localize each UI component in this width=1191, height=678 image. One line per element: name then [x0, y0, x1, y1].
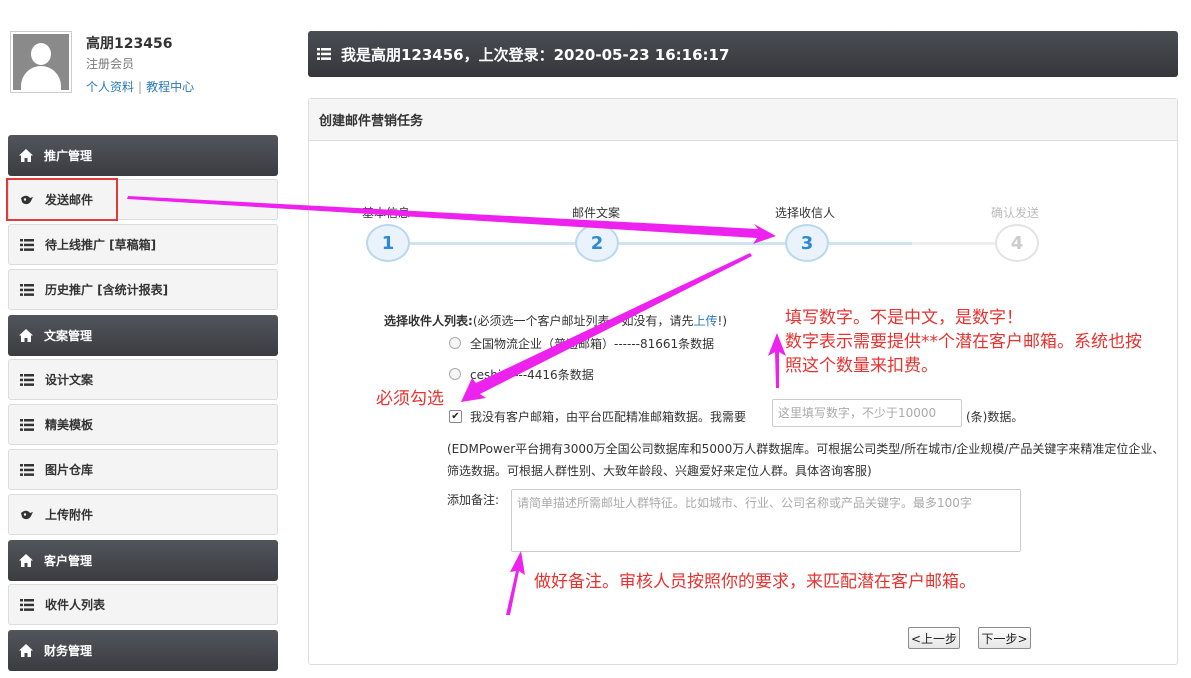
profile-link[interactable]: 个人资料: [86, 80, 134, 94]
sidebar-section-header[interactable]: 客户管理: [8, 540, 278, 581]
sidebar-item-label: 图片仓库: [45, 463, 94, 477]
list-icon: [20, 283, 34, 297]
recipient-option-1: 全国物流企业（普通邮箱）------81661条数据: [470, 337, 715, 351]
recipient-radio-2[interactable]: [449, 368, 461, 380]
sidebar-item-label: 财务管理: [44, 644, 93, 658]
home-icon: [19, 149, 33, 163]
sidebar-item-label: 收件人列表: [45, 598, 106, 612]
sidebar-item[interactable]: 图片仓库: [8, 449, 278, 490]
platform-match-label: 我没有客户邮箱，由平台匹配精准邮箱数据。我需要: [470, 410, 747, 424]
step-connector: [619, 242, 809, 245]
recipient-list-label: 选择收件人列表:(必须选一个客户邮址列表。如没有，请先上传!): [384, 314, 728, 328]
annotation-must-check: 必须勾选: [376, 389, 444, 409]
link-separator: |: [138, 80, 143, 94]
sidebar-item[interactable]: 历史推广 [含统计报表]: [8, 269, 278, 310]
step-circle[interactable]: 1: [366, 224, 410, 262]
platform-match-checkbox[interactable]: ✔: [449, 410, 462, 423]
home-icon: [19, 644, 33, 658]
recipient-option-2: ceshi------4416条数据: [470, 368, 594, 382]
sidebar-section-header[interactable]: 推广管理: [8, 135, 278, 176]
sidebar-item-label: 客户管理: [44, 554, 93, 568]
step-connector: [409, 242, 599, 245]
sidebar-item-label: 精美模板: [45, 418, 94, 432]
next-step-button[interactable]: 下一步>: [978, 627, 1031, 649]
sidebar-item-label: 待上线推广 [草稿箱]: [45, 238, 157, 252]
annotation-fill-number: 填写数字。不是中文，是数字！ 数字表示需要提供**个潜在客户邮箱。系统也按 照这…: [785, 308, 1142, 376]
home-icon: [19, 329, 33, 343]
send-icon: [20, 508, 34, 522]
list-icon: [20, 598, 34, 612]
sidebar-section-header[interactable]: 文案管理: [8, 315, 278, 356]
step-label: 基本信息: [362, 206, 411, 220]
sidebar-item[interactable]: 精美模板: [8, 404, 278, 445]
list-icon: [20, 418, 34, 432]
highlight-box: [6, 178, 118, 221]
recipient-radio-1[interactable]: [449, 337, 461, 349]
note-textarea[interactable]: [511, 489, 1021, 552]
sidebar-item-label: 设计文案: [45, 373, 94, 387]
user-name: 高朋123456: [86, 36, 173, 52]
page-title: 我是高朋123456，上次登录：2020-05-23 16:16:17: [341, 45, 730, 64]
platform-description: (EDMPower平台拥有3000万全国公司数据库和5000万人群数据库。可根据…: [447, 442, 1165, 478]
email-count-input[interactable]: [772, 399, 962, 427]
sidebar-item[interactable]: 上传附件: [8, 494, 278, 535]
list-icon: [20, 463, 34, 477]
user-links: 个人资料 | 教程中心: [86, 78, 194, 95]
home-icon: [19, 554, 33, 568]
annotation-remark: 做好备注。审核人员按照你的要求，来匹配潜在客户邮箱。: [534, 572, 976, 592]
sidebar-section-header[interactable]: 财务管理: [8, 630, 278, 671]
sidebar-item-label: 历史推广 [含统计报表]: [45, 283, 169, 297]
step-circle[interactable]: 2: [575, 224, 619, 262]
step-connector: [829, 242, 912, 245]
tutorial-link[interactable]: 教程中心: [146, 80, 194, 94]
count-suffix: (条)数据。: [966, 410, 1024, 424]
upload-link[interactable]: 上传: [694, 314, 718, 328]
step-circle[interactable]: 3: [785, 224, 829, 262]
user-role: 注册会员: [86, 57, 135, 71]
sidebar-item[interactable]: 收件人列表: [8, 584, 278, 625]
list-icon: [20, 238, 34, 252]
avatar: [10, 31, 72, 93]
sidebar-item[interactable]: 设计文案: [8, 359, 278, 400]
list-icon: [317, 48, 331, 60]
panel-title: 创建邮件营销任务: [309, 99, 1177, 141]
sidebar-item-label: 上传附件: [45, 508, 94, 522]
user-profile: 高朋123456 注册会员 个人资料 | 教程中心: [10, 31, 278, 97]
step-label: 邮件文案: [572, 206, 621, 220]
sidebar-item[interactable]: 待上线推广 [草稿箱]: [8, 224, 278, 265]
sidebar-item-label: 推广管理: [44, 149, 93, 163]
step-label: 确认发送: [991, 206, 1040, 220]
page-header: 我是高朋123456，上次登录：2020-05-23 16:16:17: [308, 31, 1178, 77]
note-label: 添加备注:: [447, 493, 500, 507]
sidebar-item-label: 文案管理: [44, 329, 93, 343]
step-label: 选择收信人: [775, 206, 836, 220]
prev-step-button[interactable]: <上一步: [908, 627, 960, 649]
list-icon: [20, 373, 34, 387]
step-circle[interactable]: 4: [995, 224, 1039, 262]
